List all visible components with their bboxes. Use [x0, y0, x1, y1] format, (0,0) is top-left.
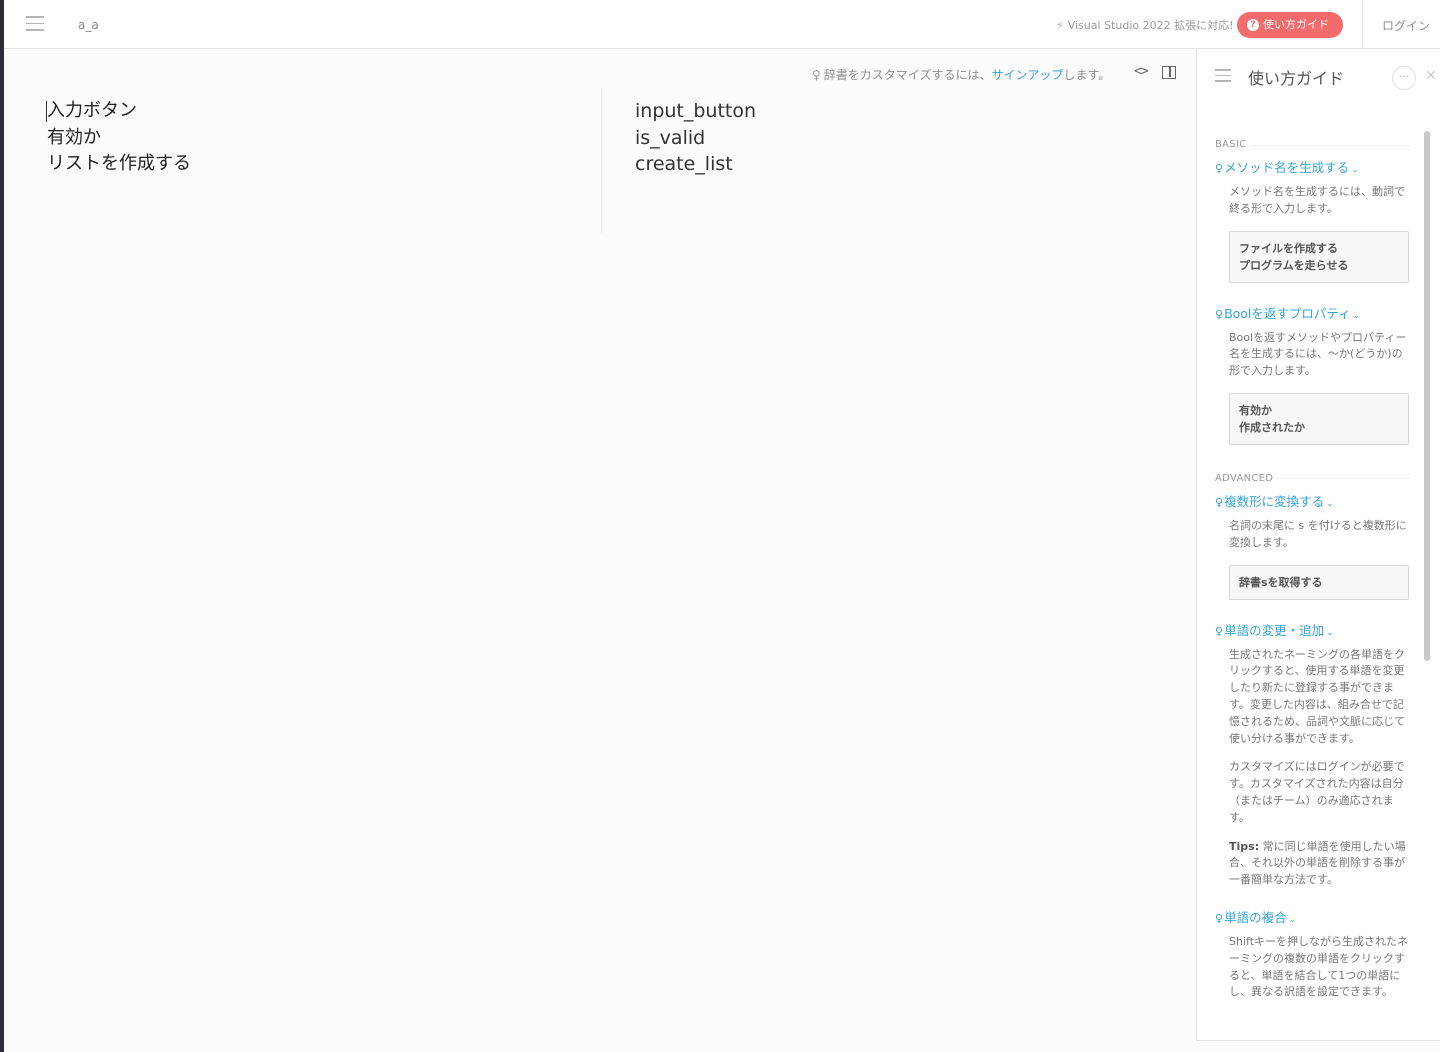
guide-item-description: カスタマイズにはログインが必要です。カスタマイズされた内容は自分（またはチーム）…: [1229, 760, 1405, 824]
example-line: ファイルを作成する: [1239, 241, 1338, 255]
example-box[interactable]: ファイルを作成する プログラムを走らせる: [1229, 230, 1409, 283]
lightbulb-icon: ♀: [1215, 624, 1224, 638]
signup-link[interactable]: サインアップ: [991, 68, 1063, 82]
output-name[interactable]: is_valid: [635, 125, 756, 152]
section-label-basic: BASIC: [1215, 139, 1411, 150]
split-panel-icon[interactable]: [1162, 66, 1176, 79]
dictionary-note: ♀ 辞書をカスタマイズするには、サインアップします。: [812, 66, 1110, 83]
chevron-down-icon: ⌄: [1326, 627, 1334, 638]
login-link[interactable]: ログイン: [1382, 17, 1430, 34]
output-list: input_button is_valid create_list: [635, 98, 756, 178]
scrollbar[interactable]: [1424, 131, 1430, 661]
input-line[interactable]: 入力ボタン: [47, 98, 587, 125]
dictionary-note-prefix: 辞書をカスタマイズするには、: [823, 68, 992, 82]
top-bar: a_a ⚡ Visual Studio 2022 拡張に対応! ? 使い方ガイド ロ…: [4, 0, 1440, 49]
menu-icon[interactable]: [26, 16, 44, 32]
close-icon[interactable]: ✕: [1425, 68, 1437, 84]
example-line: プログラムを走らせる: [1239, 258, 1349, 272]
guide-content: BASIC ♀メソッド名を生成する ⌄ メソッド名を生成するには、動詞で終る形で入…: [1215, 135, 1411, 1001]
lightbulb-icon: ♀: [1215, 911, 1224, 925]
guide-item-description: Shiftキーを押しながら生成されたネーミングの複数の単語をクリックすると、単語…: [1229, 934, 1409, 999]
guide-item-bool-property[interactable]: ♀Boolを返すプロパティ ⌄: [1215, 303, 1411, 322]
divider: [1362, 0, 1363, 48]
guide-item-description: Boolを返すメソッドやプロパティー名を生成するには、〜か(どうか)の形で入力し…: [1229, 330, 1407, 378]
text-caret: [46, 101, 47, 122]
guide-item-word-change[interactable]: ♀単語の変更・追加 ⌄: [1215, 620, 1411, 639]
example-line: 作成されたか: [1239, 420, 1305, 434]
code-icon[interactable]: <>: [1134, 64, 1149, 79]
column-divider: [601, 88, 602, 233]
case-style-selector[interactable]: a_a: [78, 18, 99, 32]
chevron-down-icon: ⌄: [1326, 498, 1334, 509]
guide-item-description: 名詞の末尾に s を付けると複数形に変換します。: [1229, 518, 1407, 549]
guide-item-word-compound[interactable]: ♀単語の複合 ⌄: [1215, 907, 1411, 926]
guide-item-method-name[interactable]: ♀メソッド名を生成する ⌄: [1215, 157, 1411, 176]
output-name[interactable]: input_button: [635, 98, 756, 125]
question-icon: ?: [1247, 19, 1259, 31]
chevron-down-icon: ⌄: [1351, 165, 1359, 175]
usage-guide-button[interactable]: ? 使い方ガイド: [1237, 12, 1343, 38]
section-label-advanced: ADVANCED: [1215, 472, 1411, 484]
input-editor[interactable]: 入力ボタン 有効か リストを作成する: [47, 98, 587, 178]
example-box[interactable]: 有効か 作成されたか: [1229, 392, 1409, 445]
dictionary-note-suffix: します。: [1063, 68, 1111, 82]
lightbulb-icon: ♀: [1215, 495, 1224, 509]
app-window: a_a ⚡ Visual Studio 2022 拡張に対応! ? 使い方ガイド ロ…: [0, 0, 1440, 1052]
usage-guide-label: 使い方ガイド: [1263, 18, 1329, 31]
guide-menu-icon[interactable]: [1215, 69, 1231, 83]
plug-icon: ⚡: [1056, 19, 1064, 32]
lightbulb-icon: ♀: [1215, 162, 1224, 175]
usage-guide-panel: 使い方ガイド ··· ✕ BASIC ♀メソッド名を生成する ⌄ メソッド名を生成…: [1196, 49, 1440, 1041]
lightbulb-icon: ♀: [1215, 307, 1224, 321]
tips-label: Tips:: [1229, 839, 1260, 853]
example-box[interactable]: 辞書sを取得する: [1229, 564, 1409, 600]
guide-item-tips: Tips: 常に同じ単語を使用したい場合、それ以外の単語を削除する事が一番簡単な…: [1229, 839, 1411, 889]
guide-item-plural[interactable]: ♀複数形に変換する ⌄: [1215, 491, 1411, 510]
input-line[interactable]: 有効か: [47, 125, 587, 152]
chevron-down-icon: ⌄: [1352, 310, 1361, 321]
guide-item-description: メソッド名を生成するには、動詞で終る形で入力します。: [1229, 185, 1405, 215]
guide-item-description: 生成されたネーミングの各単語をクリックすると、使用する単語を変更したり新たに登録…: [1229, 647, 1405, 745]
guide-title: 使い方ガイド: [1248, 69, 1345, 88]
lightbulb-icon: ♀: [812, 68, 821, 82]
chevron-down-icon: ⌄: [1288, 914, 1297, 925]
example-line: 有効か: [1239, 403, 1272, 417]
example-line: 辞書sを取得する: [1239, 575, 1323, 589]
input-line[interactable]: リストを作成する: [47, 151, 587, 178]
more-options-icon[interactable]: ···: [1392, 66, 1416, 90]
vs-extension-note[interactable]: ⚡ Visual Studio 2022 拡張に対応!: [1056, 17, 1234, 33]
output-name[interactable]: create_list: [635, 151, 756, 178]
vs-extension-text: Visual Studio 2022 拡張に対応!: [1067, 19, 1234, 32]
